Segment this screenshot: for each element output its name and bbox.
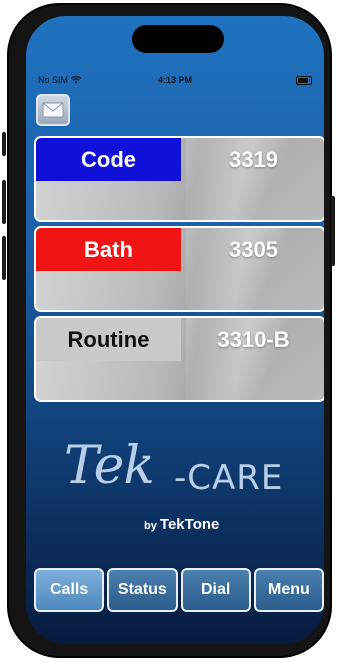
call-room-number: 3305 — [229, 236, 278, 262]
volume-down-button — [2, 236, 6, 280]
call-room-number: 3310-B — [217, 326, 290, 352]
call-type-label: Bath — [36, 228, 181, 271]
call-card[interactable]: Code 3319 — [34, 136, 324, 222]
envelope-icon — [42, 102, 64, 118]
tab-calls[interactable]: Calls — [34, 568, 105, 612]
tab-status[interactable]: Status — [107, 568, 178, 612]
status-bar: No SIM 4:13 PM — [26, 72, 324, 88]
logo-brand: TekTone — [159, 516, 220, 533]
bottom-tab-bar: Calls Status Dial Menu — [34, 568, 324, 612]
app-screen: No SIM 4:13 PM Code 3319 Bath 3305 Routine 33… — [26, 16, 324, 644]
power-button — [331, 196, 335, 266]
logo-by-label: by — [144, 520, 157, 532]
logo-byline: by TekTone — [144, 516, 219, 533]
call-card[interactable]: Bath 3305 — [34, 226, 324, 312]
call-room-number: 3319 — [229, 146, 278, 172]
volume-up-button — [2, 180, 6, 224]
clock: 4:13 PM — [157, 75, 192, 85]
messages-button[interactable] — [36, 94, 70, 126]
call-card[interactable]: Routine 3310-B — [34, 316, 324, 402]
battery-icon — [296, 76, 312, 85]
mute-switch — [2, 132, 6, 156]
tab-dial[interactable]: Dial — [180, 568, 251, 612]
tab-menu[interactable]: Menu — [253, 568, 324, 612]
logo-tek: Tek — [64, 436, 155, 496]
logo-care: -CARE — [174, 458, 284, 498]
call-type-label: Routine — [36, 318, 181, 361]
dynamic-island — [132, 25, 224, 53]
tek-care-logo: Tek -CARE by TekTone — [26, 436, 324, 546]
call-type-label: Code — [36, 138, 181, 181]
